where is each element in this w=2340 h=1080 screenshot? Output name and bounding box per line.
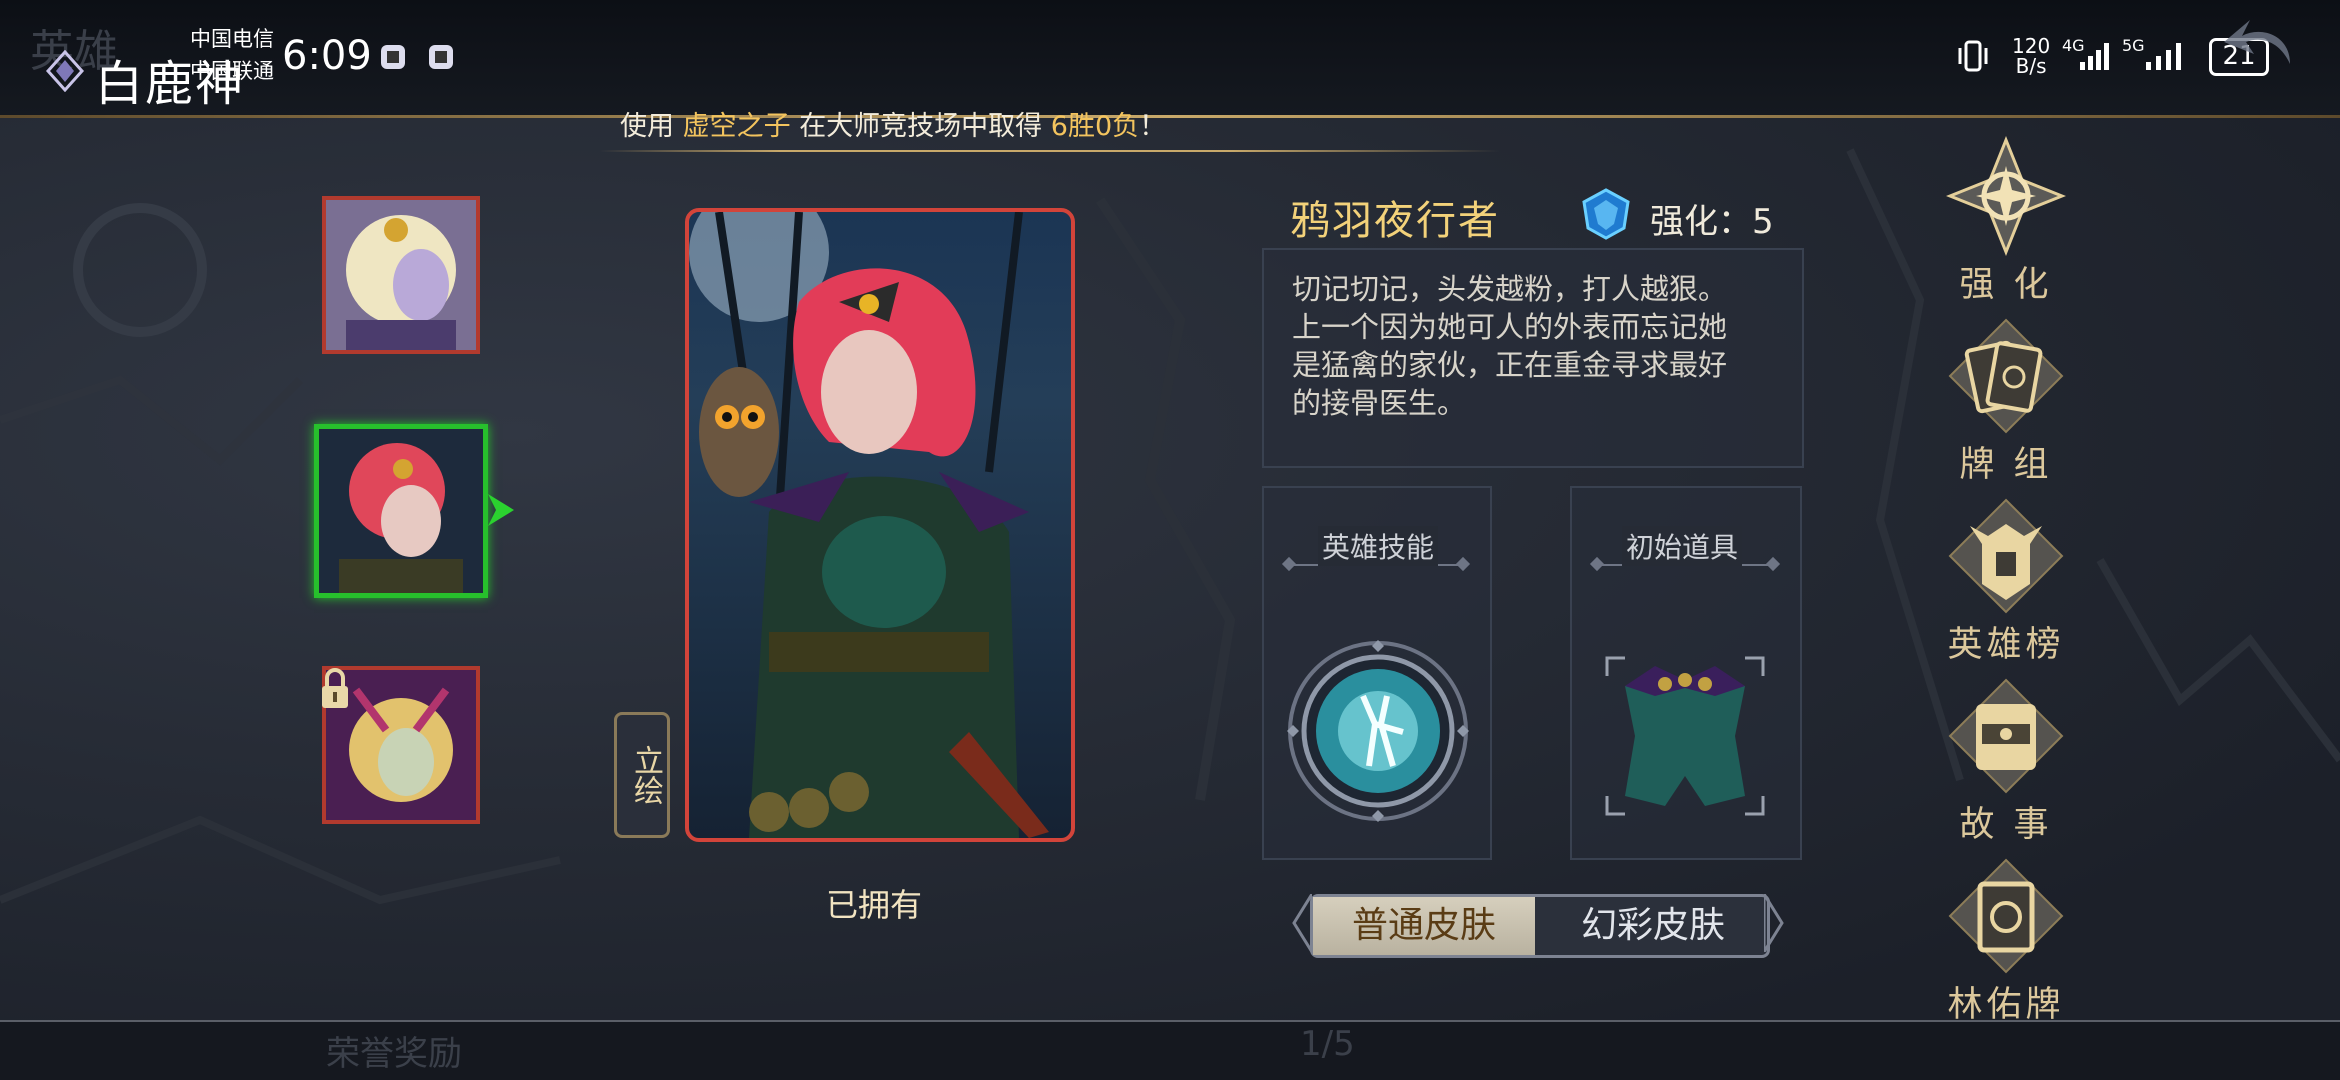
hero-thumb-1[interactable] xyxy=(322,196,480,354)
marquee-record: 6胜0负 xyxy=(1050,111,1140,142)
hero-2-avatar xyxy=(319,429,483,593)
carrier-1: 中国电信 xyxy=(190,27,274,51)
enhance-compass-icon xyxy=(1945,135,2067,257)
top-divider xyxy=(0,115,2340,118)
hero-description: 切记切记，头发越粉，打人越狠。 上一个因为她可人的外表而忘记她 是猛禽的家伙，正… xyxy=(1292,270,1792,422)
skin-toggle-left-cap xyxy=(1292,894,1312,952)
skin-toggle-right-cap xyxy=(1764,894,1784,952)
story-book-icon xyxy=(1948,678,2064,794)
card-frame-icon xyxy=(1948,858,2064,974)
hero-skill-title: 英雄技能 xyxy=(1318,526,1439,566)
vibrate-icon xyxy=(1958,40,1988,72)
normal-skin-tab[interactable]: 普通皮肤 xyxy=(1313,897,1535,955)
menu-story[interactable]: 故 事 xyxy=(1946,676,2066,847)
hero-1-avatar xyxy=(326,200,476,350)
artwork-button[interactable]: 立绘 xyxy=(614,712,670,838)
holo-skin-tab[interactable]: 幻彩皮肤 xyxy=(1539,897,1767,955)
description-line: 上一个因为她可人的外表而忘记她 xyxy=(1292,310,1728,344)
app-logo-icon xyxy=(45,50,85,92)
back-arrow-icon[interactable] xyxy=(2220,14,2300,74)
notification-icon-2 xyxy=(429,45,453,69)
selected-arrow-icon xyxy=(488,494,514,526)
description-line: 切记切记，头发越粉，打人越狠。 xyxy=(1292,272,1728,306)
description-line: 的接骨医生。 xyxy=(1292,386,1467,420)
hero-portrait-art xyxy=(689,212,1049,838)
feather-cloak-icon[interactable] xyxy=(1605,656,1765,816)
menu-deck[interactable]: 牌 组 xyxy=(1946,316,2066,487)
carrier-2: 中国联通 xyxy=(190,59,274,83)
announcement-marquee: 使用 虚空之子 在大师竞技场中取得 6胜0负！ xyxy=(620,111,1167,142)
starting-item-title: 初始道具 xyxy=(1622,526,1743,566)
signal-4g-icon xyxy=(2080,43,2109,70)
menu-enhance[interactable]: 强 化 xyxy=(1945,135,2067,307)
menu-hero-ranking[interactable]: 英雄榜 xyxy=(1946,496,2066,667)
net-speed: 120 B/s xyxy=(2012,34,2051,78)
hero-skill-deer-icon[interactable] xyxy=(1283,636,1473,826)
skin-toggle: 普通皮肤 幻彩皮肤 xyxy=(1310,894,1770,958)
enhance-gem-icon xyxy=(1582,188,1630,240)
clock: 6:09 xyxy=(282,33,372,79)
page-indicator: 1/5 xyxy=(1300,1024,1355,1064)
hero-name: 鸦羽夜行者 xyxy=(1290,198,1500,244)
hero-portrait-card[interactable] xyxy=(685,208,1075,842)
helmet-ranking-icon xyxy=(1948,498,2064,614)
honor-rewards-button[interactable]: 荣誉奖励 xyxy=(326,1026,462,1075)
marquee-hero: 虚空之子 xyxy=(682,111,791,142)
signal-5g-icon xyxy=(2146,43,2181,70)
hero-thumb-2-selected[interactable] xyxy=(314,424,488,598)
cards-deck-icon xyxy=(1948,318,2064,434)
notification-icon xyxy=(381,45,405,69)
menu-linyou-card[interactable]: 林佑牌 xyxy=(1946,856,2066,1027)
enhance-level: 强化：5 xyxy=(1650,202,1774,242)
lock-icon xyxy=(322,668,348,708)
description-line: 是猛禽的家伙，正在重金寻求最好 xyxy=(1292,348,1728,382)
owned-status: 已拥有 xyxy=(826,886,923,924)
marquee-underline xyxy=(600,150,1500,152)
